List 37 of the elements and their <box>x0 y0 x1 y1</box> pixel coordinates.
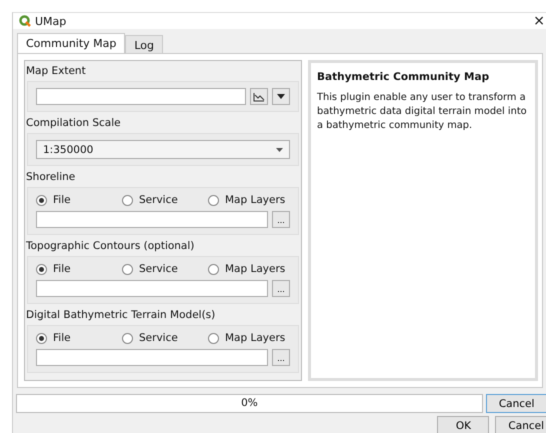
radio-option[interactable]: File <box>36 332 122 344</box>
radio-option[interactable]: File <box>36 194 122 206</box>
close-icon[interactable]: × <box>533 13 546 29</box>
radio-option[interactable]: Service <box>122 332 208 344</box>
caret-icon <box>277 94 285 99</box>
section-label: Topographic Contours (optional) <box>25 239 196 254</box>
radio-option[interactable]: Service <box>122 263 208 275</box>
section-label: Map Extent <box>25 64 87 79</box>
browse-button[interactable]: ... <box>272 280 290 297</box>
caret-icon <box>276 148 283 152</box>
help-title: Bathymetric Community Map <box>317 71 490 83</box>
tab[interactable]: Log <box>125 35 164 53</box>
dialog-button[interactable]: Cancel <box>495 416 546 433</box>
map-canvas-button[interactable] <box>250 88 268 105</box>
section-label: Compilation Scale <box>25 116 122 131</box>
window-title: UMap <box>35 14 68 28</box>
radio-option[interactable]: File <box>36 263 122 275</box>
path-field[interactable] <box>36 211 268 228</box>
cancel-button[interactable]: Cancel <box>486 394 546 413</box>
dialog-button[interactable]: OK <box>437 416 490 433</box>
browse-button[interactable]: ... <box>272 211 290 228</box>
radio-option[interactable]: Map Layers <box>208 194 288 206</box>
scale-dropdown[interactable]: 1:350000 <box>36 140 290 159</box>
browse-button[interactable]: ... <box>272 349 290 366</box>
section-label: Shoreline <box>25 170 76 185</box>
chart-icon <box>253 92 265 102</box>
help-text: This plugin enable any user to transform a bathymetric data digital terrain model into a bathymetric community map. <box>317 91 528 133</box>
path-field[interactable] <box>36 349 268 366</box>
path-field[interactable] <box>36 280 268 297</box>
app-logo-icon <box>19 15 31 27</box>
dropdown-button[interactable] <box>272 88 290 105</box>
extent-field[interactable] <box>36 88 246 105</box>
radio-option[interactable]: Service <box>122 194 208 206</box>
tab[interactable]: Community Map <box>17 33 126 53</box>
radio-option[interactable]: Map Layers <box>208 263 288 275</box>
radio-option[interactable]: Map Layers <box>208 332 288 344</box>
section-label: Digital Bathymetric Terrain Model(s) <box>25 308 216 323</box>
